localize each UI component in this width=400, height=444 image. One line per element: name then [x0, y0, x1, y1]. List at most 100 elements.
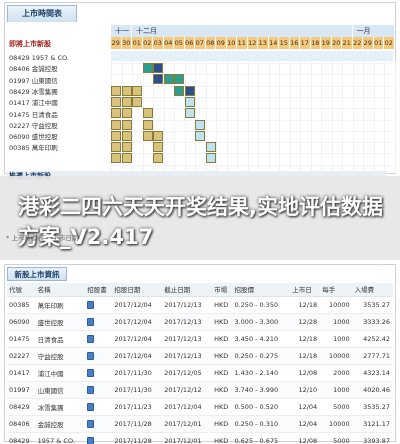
day-label: 05	[174, 37, 185, 49]
prospectus-doc-icon[interactable]	[87, 419, 95, 428]
schedule-block	[121, 85, 132, 96]
table-cell: 5000	[320, 432, 353, 444]
table-cell: 06090	[7, 313, 36, 331]
table-cell[interactable]	[85, 398, 113, 416]
table-cell: HKD	[212, 432, 233, 444]
table-cell: 10000	[320, 415, 353, 433]
month-header: 十一月十二月一月	[111, 25, 395, 47]
day-label: 22	[352, 37, 363, 49]
grid-line	[331, 61, 333, 173]
table-cell[interactable]	[85, 347, 113, 365]
table-cell: HKD	[212, 415, 233, 433]
stock-row[interactable]: 08429 冰雪集團	[9, 87, 58, 98]
row-line	[111, 96, 393, 98]
column-header[interactable]: 招股日期	[112, 283, 163, 297]
table-cell: 2017/12/01	[162, 432, 213, 444]
table-row[interactable]: 08429 冰雪集團 2017/11/23 2017/12/04 HKD 0.500 - …	[7, 398, 393, 416]
prospectus-doc-icon[interactable]	[87, 334, 95, 343]
schedule-panel: 上市時間表 十一月十二月一月 2930010203040506070809101…	[4, 2, 396, 181]
table-cell: 1000	[320, 381, 353, 399]
prospectus-doc-icon[interactable]	[87, 317, 95, 326]
table-cell: 01417	[7, 364, 36, 382]
prospectus-doc-icon[interactable]	[87, 402, 95, 411]
stock-row[interactable]: 00385 萬年印刷	[9, 143, 58, 154]
day-label: 01	[373, 37, 384, 49]
tab-schedule[interactable]: 上市時間表	[7, 5, 77, 22]
table-row[interactable]: 08429 1957 & CO. 2017/11/28 2017/12/01 HKD 0.…	[7, 432, 393, 444]
column-header[interactable]: 入場費	[352, 283, 393, 297]
day-label: 10	[226, 37, 237, 49]
day-label: 11	[237, 37, 248, 49]
table-cell[interactable]	[85, 415, 113, 433]
stock-row[interactable]: 01997 山東國信	[9, 76, 58, 87]
column-header[interactable]: 截止日期	[162, 283, 213, 297]
table-row[interactable]: 06090 盛世控股 2017/12/04 2017/12/13 HKD 3.000 - …	[7, 313, 393, 331]
day-label: 12	[247, 37, 258, 49]
stock-code: 08429	[9, 87, 32, 96]
stock-row[interactable]: 01475 日清食品	[9, 110, 58, 121]
table-cell: 00385	[7, 296, 36, 314]
table-cell[interactable]	[85, 364, 113, 382]
prospectus-doc-icon[interactable]	[87, 368, 95, 377]
table-row[interactable]: 01417 浦江中國 2017/11/30 2017/12/05 HKD 1.430 - …	[7, 364, 393, 382]
table-cell: 1000	[320, 330, 353, 348]
schedule-block	[195, 119, 205, 130]
table-cell: 2017/12/04	[112, 296, 163, 314]
schedule-block	[184, 108, 195, 119]
day-label: 07	[195, 37, 206, 49]
column-header[interactable]: 名稱	[35, 283, 86, 297]
stock-name: 盛世控股	[31, 133, 58, 142]
table-row[interactable]: 08406 金誠控股 2017/11/28 2017/12/01 HKD 0.250 - …	[7, 415, 393, 433]
column-header[interactable]: 市場	[212, 283, 233, 297]
schedule-block	[111, 130, 121, 141]
ipo-schedule-page: 上市時間表 十一月十二月一月 2930010203040506070809101…	[0, 0, 400, 444]
prospectus-doc-icon[interactable]	[87, 436, 95, 444]
table-cell: 2017/12/13	[162, 313, 213, 331]
stock-name: 守益控股	[31, 121, 58, 130]
stock-row[interactable]: 06090 盛世控股	[9, 132, 58, 143]
table-cell: 12/04	[290, 398, 321, 416]
table-cell: 5000	[320, 398, 353, 416]
table-cell[interactable]	[85, 381, 113, 399]
grid-line	[195, 61, 196, 173]
prospectus-doc-icon[interactable]	[87, 351, 95, 360]
prospectus-doc-icon[interactable]	[87, 385, 95, 394]
table-row[interactable]: 01475 日清食品 2017/12/04 2017/12/13 HKD 3.450 - …	[7, 330, 393, 348]
column-header[interactable]: 每手	[320, 283, 353, 297]
table-row[interactable]: 00385 萬年印刷 2017/12/04 2017/12/13 HKD 0.250 - …	[7, 296, 393, 314]
table-cell[interactable]	[85, 313, 113, 331]
stock-row[interactable]: 01417 浦江中國	[9, 98, 58, 109]
table-cell: HKD	[212, 296, 233, 314]
day-label: 21	[342, 37, 353, 49]
ipo-table: 代號 名稱 招股書 招股日期 截止日期 市場 招股價 上市日 每手 入場費 00385 萬年印刷 20…	[7, 283, 393, 444]
grid-line	[321, 61, 322, 173]
table-row[interactable]: 02227 守益控股 2017/12/04 2017/12/13 HKD 0.250 - …	[7, 347, 393, 365]
column-header[interactable]: 代號	[7, 283, 36, 297]
column-header[interactable]: 招股書	[85, 283, 113, 297]
table-cell: 2017/12/13	[162, 330, 213, 348]
stock-name: 金誠控股	[31, 65, 58, 74]
month-label: 十二月	[132, 25, 353, 37]
prospectus-doc-icon[interactable]	[87, 300, 95, 309]
table-cell: 1957 & CO.	[35, 432, 86, 444]
stock-row[interactable]: 08429 1957 & CO.	[9, 53, 69, 64]
table-cell: 日清食品	[35, 330, 86, 348]
column-header[interactable]: 招股價	[232, 283, 291, 297]
day-label: 08	[205, 37, 216, 49]
table-cell[interactable]	[85, 330, 113, 348]
table-cell: 冰雪集團	[35, 398, 86, 416]
schedule-block	[111, 142, 121, 153]
stock-row[interactable]: 08406 金誠控股	[9, 64, 58, 75]
table-cell[interactable]	[85, 432, 113, 444]
stock-code: 08406	[9, 65, 32, 74]
day-label: 13	[258, 37, 269, 49]
stock-row[interactable]: 02227 守益控股	[9, 121, 58, 132]
schedule-block	[205, 142, 216, 153]
table-cell[interactable]	[85, 296, 113, 314]
table-cell: 2017/12/04	[112, 347, 163, 365]
column-header[interactable]: 上市日	[290, 283, 321, 297]
tab-ipo-info[interactable]: 新股上市資訊	[7, 267, 67, 281]
table-cell: 0.500 - 0.520	[232, 398, 291, 416]
schedule-grid: 十一月十二月一月 2930010203040506070809101112131…	[111, 25, 396, 173]
table-row[interactable]: 01997 山東國信 2017/11/30 2017/12/12 HKD 3.740 - …	[7, 381, 393, 399]
